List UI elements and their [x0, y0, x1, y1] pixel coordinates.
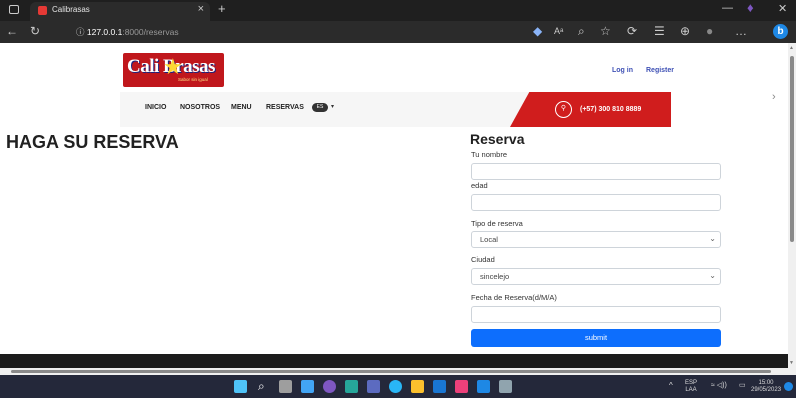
nav-reservas[interactable]: RESERVAS — [266, 104, 304, 111]
address-path: :8000/reservas — [122, 27, 179, 37]
submit-button[interactable]: submit — [471, 329, 721, 347]
address-host: 127.0.0.1 — [86, 27, 123, 37]
refresh-icon[interactable]: ↻ — [30, 24, 40, 38]
windows-taskbar: ⌕ ^ ESP LAA ≈ ◁)) ▭ 15:00 29/05/2023 — [0, 375, 796, 398]
file-explorer-icon[interactable] — [411, 380, 424, 393]
windows-start-icon[interactable] — [234, 380, 247, 393]
task-view-icon[interactable] — [279, 380, 292, 393]
phone-number[interactable]: (+57) 300 810 8889 — [580, 106, 641, 113]
app-icon[interactable] — [455, 380, 468, 393]
info-icon[interactable]: ⓘ — [76, 27, 85, 37]
age-field[interactable] — [471, 194, 721, 211]
reservation-type-label: Tipo de reserva — [471, 219, 523, 228]
form-title: Reserva — [470, 131, 525, 147]
browser-toolbar: ← ↻ ⓘ 127.0.0.1:8000/reservas ◆ Aᵃ ⌕ ☆ ⟳… — [0, 21, 796, 43]
reservation-type-value: Local — [480, 235, 498, 244]
name-field[interactable] — [471, 163, 721, 180]
city-value: sincelejo — [480, 272, 510, 281]
widgets-icon[interactable] — [301, 380, 314, 393]
read-aloud-icon[interactable]: Aᵃ — [554, 26, 563, 36]
delivery-motorcycle-icon: ⚲ — [555, 101, 572, 118]
site-favicon-icon — [38, 6, 47, 15]
browser-tab-bar: Calibrasas × + — ♦ ✕ — [0, 0, 796, 21]
chevron-up-icon[interactable]: ^ — [669, 381, 673, 390]
input-language-code: ESP — [685, 380, 698, 386]
visual-studio-icon[interactable] — [477, 380, 490, 393]
more-options-icon[interactable]: … — [735, 24, 747, 38]
reservation-type-select[interactable]: Local ⌄ — [471, 231, 721, 248]
chevron-down-icon: ⌄ — [709, 271, 716, 280]
chat-icon[interactable] — [323, 380, 336, 393]
vertical-scroll-thumb[interactable] — [790, 56, 794, 242]
notification-icon[interactable] — [784, 382, 793, 391]
date-label: Fecha de Reserva(d/M/A) — [471, 293, 557, 302]
tab-close-icon[interactable]: × — [198, 3, 204, 15]
battery-icon[interactable]: ▭ — [739, 381, 746, 389]
clock-time: 15:00 — [758, 380, 774, 386]
date-field[interactable] — [471, 306, 721, 323]
tab-actions-icon[interactable] — [9, 5, 19, 14]
vertical-scrollbar[interactable]: ▲ ▼ — [788, 43, 796, 368]
bing-chat-icon[interactable]: b — [773, 24, 788, 39]
chevron-right-icon[interactable]: › — [772, 91, 776, 103]
horizontal-scroll-thumb[interactable] — [11, 370, 771, 373]
language-selector[interactable]: ES — [312, 103, 328, 112]
nav-inicio[interactable]: INICIO — [145, 104, 166, 111]
favorites-star-icon[interactable]: ☆ — [600, 24, 611, 38]
page-viewport: Cali Brasas ★ Sabor sin igual Log in Reg… — [0, 43, 788, 368]
copilot-icon[interactable]: ♦ — [747, 0, 754, 15]
store-icon[interactable] — [345, 380, 358, 393]
chevron-down-icon[interactable]: ▾ — [331, 103, 334, 110]
search-icon[interactable]: ⌕ — [258, 379, 265, 394]
clock-date: 29/05/2023 — [751, 387, 782, 393]
register-link[interactable]: Register — [646, 67, 674, 74]
browser-essentials-icon[interactable]: ⊕ — [680, 24, 690, 38]
paint-icon[interactable] — [499, 380, 512, 393]
scroll-up-icon[interactable]: ▲ — [789, 45, 794, 51]
horizontal-scrollbar[interactable] — [0, 368, 796, 375]
back-icon[interactable]: ← — [6, 24, 18, 38]
city-label: Ciudad — [471, 255, 495, 264]
chevron-down-icon: ⌄ — [709, 234, 716, 243]
age-label: edad — [471, 181, 488, 190]
city-select[interactable]: sincelejo ⌄ — [471, 268, 721, 285]
word-icon[interactable] — [433, 380, 446, 393]
profile-avatar-icon[interactable]: ● — [706, 24, 713, 38]
site-footer — [0, 354, 788, 368]
scroll-down-icon[interactable]: ▼ — [789, 360, 794, 366]
phone-banner: ⚲ (+57) 300 810 8889 — [510, 92, 671, 127]
minimize-icon[interactable]: — — [722, 2, 733, 14]
login-link[interactable]: Log in — [612, 67, 633, 74]
browser-tab[interactable]: Calibrasas × — [30, 2, 210, 21]
collections-icon[interactable]: ☰ — [654, 24, 665, 38]
tab-title: Calibrasas — [52, 5, 90, 14]
edge-icon[interactable] — [389, 380, 402, 393]
page-title: HAGA SU RESERVA — [6, 132, 179, 152]
zoom-icon[interactable]: ⌕ — [578, 24, 585, 39]
close-window-icon[interactable]: ✕ — [778, 2, 787, 15]
name-label: Tu nombre — [471, 150, 507, 159]
nav-menu[interactable]: MENU — [231, 104, 252, 111]
sidebar-toggle-icon[interactable]: ⟳ — [627, 24, 637, 38]
logo-tagline: Sabor sin igual — [178, 77, 208, 82]
clock[interactable]: 15:00 29/05/2023 — [751, 380, 781, 394]
input-language[interactable]: ESP LAA — [685, 380, 697, 394]
address-bar[interactable]: ⓘ 127.0.0.1:8000/reservas — [72, 24, 527, 40]
new-tab-button[interactable]: + — [218, 1, 226, 16]
site-logo[interactable]: Cali Brasas ★ Sabor sin igual — [123, 53, 224, 87]
nav-nosotros[interactable]: NOSOTROS — [180, 104, 220, 111]
input-language-layout: LAA — [685, 387, 697, 393]
extension-icon[interactable]: ◆ — [533, 24, 542, 38]
vs-code-icon[interactable] — [367, 380, 380, 393]
network-icon[interactable]: ≈ ◁)) — [711, 381, 727, 389]
